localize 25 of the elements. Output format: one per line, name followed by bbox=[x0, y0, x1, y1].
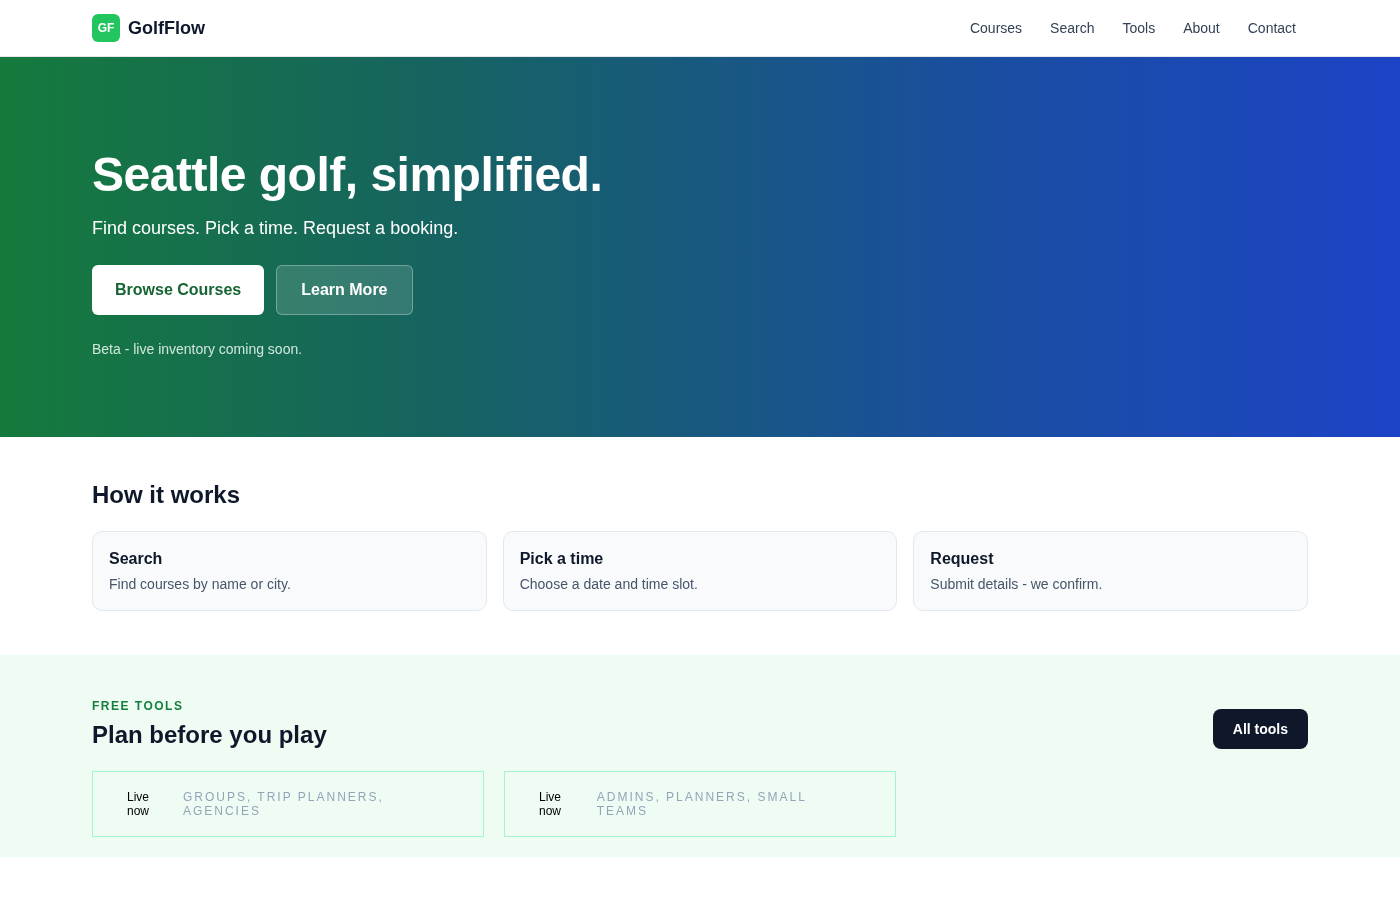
all-tools-button[interactable]: All tools bbox=[1212, 709, 1308, 749]
step-title: Request bbox=[930, 550, 995, 568]
hero-subtitle: Find courses. Pick a time. Request a booking. bbox=[92, 218, 460, 239]
step-text: Choose a date and time slot. bbox=[519, 576, 699, 592]
nav-link[interactable]: Contact bbox=[1247, 20, 1296, 36]
learn-more-button[interactable]: Learn More bbox=[276, 265, 413, 315]
brand-name[interactable]: GolfFlow bbox=[128, 17, 205, 39]
nav-link[interactable]: About bbox=[1183, 20, 1220, 36]
status-label: Live now bbox=[539, 790, 562, 818]
beta-note: Beta - live inventory coming soon. bbox=[92, 341, 304, 357]
section-heading: Plan before you play bbox=[92, 721, 327, 749]
step-text: Submit details - we confirm. bbox=[930, 576, 1104, 592]
audience-label: GROUPS, TRIP PLANNERS, AGENCIES bbox=[182, 790, 385, 818]
section-heading: How it works bbox=[92, 481, 242, 509]
nav-link[interactable]: Tools bbox=[1122, 20, 1156, 36]
nav-link[interactable]: Search bbox=[1050, 20, 1095, 36]
hero-title: Seattle golf, simplified. bbox=[92, 147, 604, 202]
step-text: Find courses by name or city. bbox=[109, 576, 292, 592]
audience-label: ADMINS, PLANNERS, SMALL TEAMS bbox=[596, 790, 808, 818]
step-title: Search bbox=[109, 550, 164, 568]
browse-courses-button[interactable]: Browse Courses bbox=[92, 265, 265, 315]
step-title: Pick a time bbox=[519, 550, 605, 568]
section-eyebrow: FREE TOOLS bbox=[92, 699, 185, 713]
status-label: Live now bbox=[127, 790, 150, 818]
nav-link[interactable]: Courses bbox=[969, 20, 1023, 36]
